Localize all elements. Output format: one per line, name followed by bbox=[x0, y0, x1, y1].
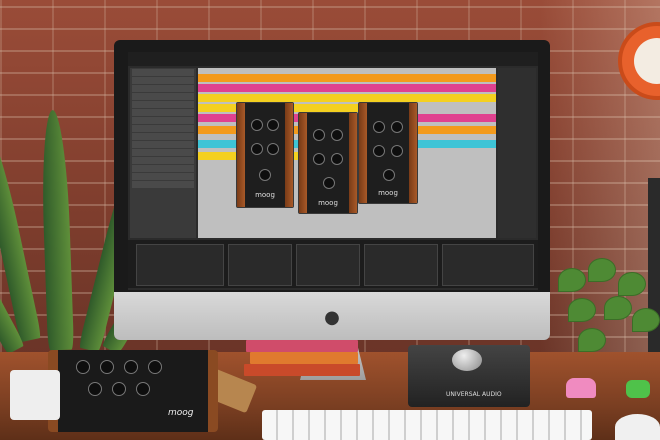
track-list bbox=[130, 68, 196, 238]
device-panel bbox=[364, 244, 438, 286]
book bbox=[250, 352, 358, 364]
interface-brand: UNIVERSAL AUDIO bbox=[446, 391, 502, 398]
leaf bbox=[0, 122, 42, 343]
clip bbox=[198, 74, 496, 82]
mouse bbox=[615, 414, 660, 440]
clip bbox=[198, 94, 496, 102]
device-panel bbox=[296, 244, 360, 286]
daw-screen: moog moog moog bbox=[128, 52, 538, 290]
moog-plugin-window: moog bbox=[298, 112, 358, 214]
potted-plant-right bbox=[548, 248, 660, 388]
white-object bbox=[10, 370, 60, 420]
clock-face bbox=[634, 38, 660, 84]
moog-plugin-window: moog bbox=[358, 102, 418, 204]
daw-toolbar bbox=[128, 52, 538, 66]
book bbox=[244, 364, 360, 376]
computer-keyboard bbox=[262, 410, 592, 440]
photo-scene: moog moog moog ● moog UNIVERSAL AUDIO bbox=[0, 0, 660, 440]
device-panel bbox=[442, 244, 534, 286]
plugin-brand: moog bbox=[318, 199, 338, 207]
moog-pedal: moog bbox=[48, 350, 218, 432]
browser-panel bbox=[498, 68, 536, 238]
clip bbox=[198, 84, 496, 92]
device-panel bbox=[136, 244, 224, 286]
pink-toy bbox=[566, 378, 596, 398]
audio-interface: UNIVERSAL AUDIO bbox=[408, 345, 530, 407]
plugin-brand: moog bbox=[255, 191, 275, 199]
pedal-brand: moog bbox=[168, 408, 194, 418]
book-stack bbox=[244, 340, 364, 380]
leaf bbox=[39, 109, 74, 351]
green-toy bbox=[626, 380, 650, 398]
book bbox=[246, 340, 358, 352]
device-panel bbox=[228, 244, 292, 286]
arrangement-view: moog moog moog bbox=[198, 68, 496, 238]
moog-plugin-window: moog bbox=[236, 102, 294, 208]
apple-logo-icon: ● bbox=[324, 307, 340, 328]
plugin-brand: moog bbox=[378, 189, 398, 197]
volume-knob bbox=[452, 349, 482, 371]
